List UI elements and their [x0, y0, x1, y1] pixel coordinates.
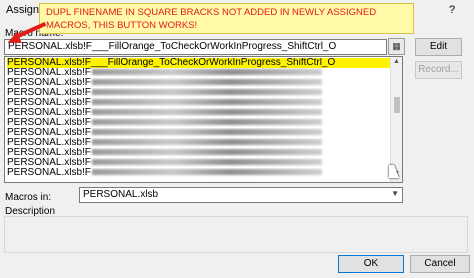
collapse-dialog-icon[interactable]: ▦ — [388, 38, 405, 55]
cancel-button[interactable]: Cancel — [410, 255, 470, 273]
blurred-text — [91, 99, 322, 106]
ok-button[interactable]: OK — [338, 255, 404, 273]
blurred-text — [91, 89, 322, 96]
list-item[interactable]: PERSONAL.xlsb!F — [7, 158, 391, 168]
blurred-text — [91, 109, 322, 116]
blurred-text — [91, 129, 322, 136]
chevron-down-icon[interactable]: ▼ — [391, 189, 399, 198]
help-icon[interactable]: ? — [449, 4, 455, 16]
blurred-text — [91, 139, 322, 146]
list-item-prefix: PERSONAL.xlsb!F — [7, 168, 91, 178]
list-item[interactable]: PERSONAL.xlsb!F — [7, 118, 391, 128]
blurred-text — [91, 159, 322, 166]
list-item[interactable]: PERSONAL.xlsb!F — [7, 128, 391, 138]
blurred-text — [91, 169, 322, 176]
list-item-prefix: PERSONAL.xlsb!F — [7, 68, 91, 78]
list-item[interactable]: PERSONAL.xlsb!F — [7, 98, 391, 108]
list-item[interactable]: PERSONAL.xlsb!F — [7, 138, 391, 148]
mouse-pointer-icon — [389, 165, 399, 178]
blurred-text — [91, 69, 322, 76]
list-item-prefix: PERSONAL.xlsb!F — [7, 158, 91, 168]
list-item[interactable]: PERSONAL.xlsb!F — [7, 88, 391, 98]
list-item[interactable]: PERSONAL.xlsb!F — [7, 78, 391, 88]
list-item-prefix: PERSONAL.xlsb!F — [7, 148, 91, 158]
edit-button[interactable]: Edit — [415, 38, 462, 56]
list-item-prefix: PERSONAL.xlsb!F — [7, 138, 91, 148]
list-item[interactable]: PERSONAL.xlsb!F — [7, 68, 391, 78]
blurred-text — [91, 119, 322, 126]
list-item-prefix: PERSONAL.xlsb!F — [7, 78, 91, 88]
blurred-text — [91, 79, 322, 86]
scroll-up-icon[interactable]: ▲ — [393, 58, 400, 65]
description-box — [4, 216, 468, 253]
list-item[interactable]: PERSONAL.xlsb!F — [7, 108, 391, 118]
list-item-prefix: PERSONAL.xlsb!F — [7, 108, 91, 118]
list-item-prefix: PERSONAL.xlsb!F — [7, 98, 91, 108]
macro-list[interactable]: PERSONAL.xlsb!F___FillOrange_ToCheckOrWo… — [4, 56, 403, 183]
list-item-prefix: PERSONAL.xlsb!F — [7, 118, 91, 128]
blurred-text — [91, 149, 322, 156]
list-item-prefix: PERSONAL.xlsb!F — [7, 88, 91, 98]
list-scrollbar[interactable]: ▲ ▼ — [390, 57, 402, 182]
macros-in-label: Macros in: — [5, 192, 52, 203]
annotation-callout: DUPL FINENAME IN SQUARE BRACKS NOT ADDED… — [39, 3, 414, 34]
list-item[interactable]: PERSONAL.xlsb!F — [7, 148, 391, 158]
list-item-selected[interactable]: PERSONAL.xlsb!F___FillOrange_ToCheckOrWo… — [7, 58, 391, 68]
macros-in-value: PERSONAL.xlsb — [83, 189, 159, 200]
list-item-prefix: PERSONAL.xlsb!F — [7, 128, 91, 138]
scroll-thumb[interactable] — [394, 97, 400, 113]
macro-name-input[interactable]: PERSONAL.xlsb!F___FillOrange_ToCheckOrWo… — [4, 39, 387, 55]
macros-in-select[interactable]: PERSONAL.xlsb ▼ — [79, 187, 403, 203]
list-item[interactable]: PERSONAL.xlsb!F — [7, 168, 391, 178]
record-button[interactable]: Record... — [415, 61, 462, 79]
